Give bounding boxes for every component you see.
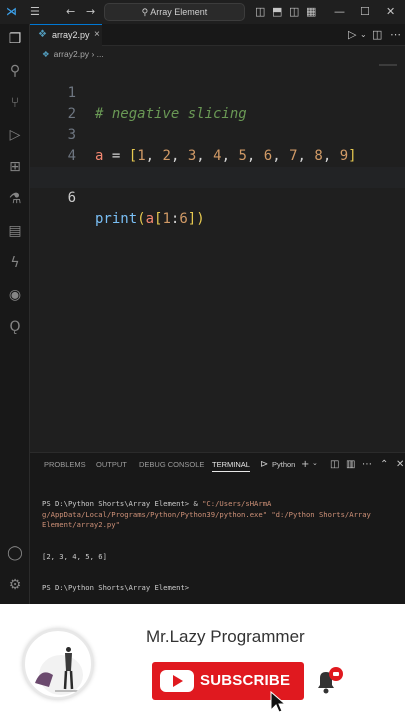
breadcrumb-file[interactable]: array2.py <box>54 49 89 59</box>
minimap[interactable] <box>379 64 397 66</box>
quokka-icon[interactable]: Ǫ <box>6 318 24 336</box>
close-panel-icon[interactable]: ✕ <box>396 459 404 470</box>
minimize-icon[interactable]: — <box>334 4 345 20</box>
notebook-icon[interactable]: ▤ <box>6 222 24 240</box>
tab-problems[interactable]: PROBLEMS <box>44 460 86 469</box>
code-line: 4 <box>30 125 405 164</box>
panel-tabs: PROBLEMS OUTPUT DEBUG CONSOLE TERMINAL ⊳… <box>30 453 405 477</box>
terminal-line: PS D:\Python Shorts\Array Element> <box>42 583 190 592</box>
run-file-icon[interactable]: ▷ <box>348 27 356 43</box>
run-dropdown-icon[interactable]: ⌄ <box>360 27 367 43</box>
close-icon[interactable]: ✕ <box>386 4 395 20</box>
title-bar: ⋊ ☰ ← → ⚲ Array Element ◫ ⬒ ◫ ▦ — ☐ ✕ <box>0 0 405 24</box>
terminal-line: PS D:\Python Shorts\Array Element> & "C:… <box>42 499 402 531</box>
code-token: a <box>145 211 155 227</box>
code-line-active: 6 print(a[1:6]) <box>30 167 405 227</box>
tab-terminal[interactable]: TERMINAL <box>212 460 250 472</box>
code-token: ( <box>137 211 146 227</box>
toggle-panel-icon[interactable]: ⬒ <box>272 4 282 20</box>
code-token: print <box>95 211 138 227</box>
source-control-icon[interactable]: ⑂ <box>6 94 24 112</box>
terminal-shell-label[interactable]: Python <box>272 460 295 469</box>
close-tab-icon[interactable]: × <box>94 25 100 45</box>
search-icon[interactable]: ⚲ <box>6 62 24 80</box>
extensions-icon[interactable]: ⊞ <box>6 158 24 176</box>
toggle-secondary-sidebar-icon[interactable]: ◫ <box>289 4 299 20</box>
bottom-panel: PROBLEMS OUTPUT DEBUG CONSOLE TERMINAL ⊳… <box>30 452 405 604</box>
more-actions-icon[interactable]: ⋯ <box>362 459 372 470</box>
editor-tabs: ❖ array2.py × ▷ ⌄ ◫ ⋯ <box>30 24 405 46</box>
mouse-cursor-icon <box>270 690 287 713</box>
code-token: 6 <box>179 211 188 227</box>
new-terminal-icon[interactable]: + <box>301 459 309 470</box>
code-line: 2 <box>30 83 405 122</box>
customize-layout-icon[interactable]: ▦ <box>306 4 316 20</box>
forward-arrow-icon[interactable]: → <box>86 4 95 20</box>
command-center-search[interactable]: ⚲ Array Element <box>104 3 245 21</box>
search-text: Array Element <box>150 7 208 17</box>
code-line: 3 a = [1, 2, 3, 4, 5, 6, 7, 8, 9] <box>30 104 405 164</box>
tab-array2-py[interactable]: ❖ array2.py × <box>30 24 102 46</box>
code-token: ] <box>187 211 197 227</box>
python-file-icon: ❖ <box>42 49 50 59</box>
terminal-dropdown-icon[interactable]: ⌄ <box>312 459 318 467</box>
code-line: 5 <box>30 146 405 185</box>
explorer-icon[interactable]: ❐ <box>6 30 24 48</box>
channel-avatar <box>22 628 94 700</box>
subscribe-label: SUBSCRIBE <box>200 672 291 689</box>
terminal-output[interactable]: PS D:\Python Shorts\Array Element> & "C:… <box>42 478 402 615</box>
testing-icon[interactable]: ⚗ <box>6 190 24 208</box>
search-icon: ⚲ <box>141 7 149 17</box>
notification-bell-icon[interactable] <box>312 664 346 696</box>
run-debug-icon[interactable]: ▷ <box>6 126 24 144</box>
split-terminal-icon[interactable]: ◫ <box>330 459 339 470</box>
accounts-icon[interactable]: ◯ <box>6 544 24 562</box>
terminal-line: [2, 3, 4, 5, 6] <box>42 551 107 561</box>
line-number: 6 <box>67 190 76 206</box>
settings-gear-icon[interactable]: ⚙ <box>6 576 24 594</box>
line-text: print(a[1:6]) <box>95 209 205 230</box>
thunder-client-icon[interactable]: ϟ <box>6 254 24 272</box>
maximize-icon[interactable]: ☐ <box>360 4 370 20</box>
split-editor-icon[interactable]: ◫ <box>372 27 382 43</box>
breadcrumb: ❖ array2.py › ... <box>30 46 405 62</box>
vscode-logo-icon: ⋊ <box>6 5 17 18</box>
channel-name: Mr.Lazy Programmer <box>146 627 305 646</box>
menu-icon[interactable]: ☰ <box>30 4 40 20</box>
code-token: 1 <box>162 211 171 227</box>
more-actions-icon[interactable]: ⋯ <box>390 27 401 43</box>
github-icon[interactable]: ◉ <box>6 286 24 304</box>
tab-debug-console[interactable]: DEBUG CONSOLE <box>139 460 204 469</box>
terminal-token: PS D:\Python Shorts\Array Element> & <box>42 499 203 508</box>
tab-output[interactable]: OUTPUT <box>96 460 127 469</box>
code-token: ) <box>196 211 205 227</box>
kill-terminal-icon[interactable]: ▥ <box>346 459 355 470</box>
tab-label: array2.py <box>52 30 90 40</box>
terminal-shell-icon: ⊳ <box>260 459 269 470</box>
maximize-panel-icon[interactable]: ⌃ <box>380 459 388 470</box>
back-arrow-icon[interactable]: ← <box>66 4 75 20</box>
code-line: 1 # negative slicing <box>30 62 405 122</box>
youtube-play-icon <box>160 670 194 692</box>
python-file-icon: ❖ <box>38 29 47 40</box>
activity-bar: ❐ ⚲ ⑂ ▷ ⊞ ⚗ ▤ ϟ ◉ Ǫ ◯ ⚙ <box>0 24 30 604</box>
toggle-primary-sidebar-icon[interactable]: ◫ <box>255 4 265 20</box>
code-editor[interactable]: 1 # negative slicing 2 3 a = [1, 2, 3, 4… <box>30 62 405 452</box>
breadcrumb-more[interactable]: › ... <box>91 49 103 59</box>
